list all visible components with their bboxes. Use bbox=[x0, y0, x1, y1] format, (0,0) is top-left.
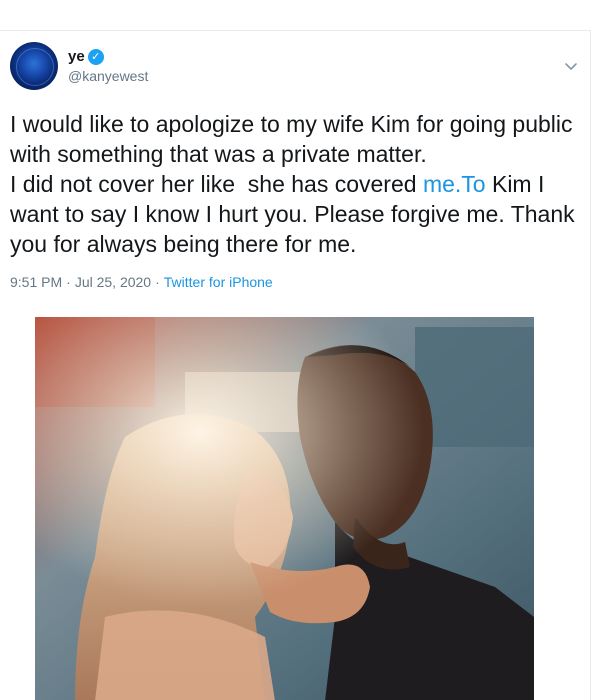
tweet-media-photo[interactable] bbox=[35, 317, 534, 700]
avatar[interactable] bbox=[10, 42, 58, 90]
display-name-row: ye ✓ bbox=[68, 47, 148, 66]
tweet-link[interactable]: me.To bbox=[423, 171, 486, 197]
meta-separator: · bbox=[66, 274, 71, 290]
chevron-down-icon[interactable] bbox=[561, 56, 581, 76]
tweet-header: ye ✓ @kanyewest bbox=[10, 42, 580, 92]
verified-badge-icon: ✓ bbox=[87, 48, 104, 65]
display-name[interactable]: ye bbox=[68, 48, 85, 65]
user-handle[interactable]: @kanyewest bbox=[68, 68, 148, 84]
author-info[interactable]: ye ✓ @kanyewest bbox=[68, 47, 148, 84]
tweet-meta: 9:51 PM · Jul 25, 2020 · Twitter for iPh… bbox=[10, 274, 273, 290]
meta-separator: · bbox=[155, 274, 160, 290]
tweet-card: ye ✓ @kanyewest I would like to apologiz… bbox=[0, 30, 591, 700]
tweet-text: I would like to apologize to my wife Kim… bbox=[10, 109, 585, 259]
tweet-source[interactable]: Twitter for iPhone bbox=[164, 274, 273, 290]
tweet-time[interactable]: 9:51 PM bbox=[10, 274, 62, 290]
tweet-date[interactable]: Jul 25, 2020 bbox=[75, 274, 151, 290]
